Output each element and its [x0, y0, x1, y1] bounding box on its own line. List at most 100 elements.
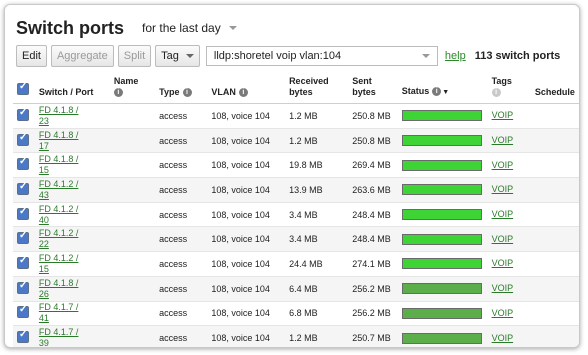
chevron-down-icon[interactable] [421, 54, 430, 58]
tag-dropdown-button[interactable]: Tag [155, 45, 200, 67]
column-header-status[interactable]: Status i ▼ [397, 73, 488, 104]
tag-link[interactable]: VOIP [492, 258, 514, 268]
status-bar[interactable] [401, 283, 482, 295]
switch-ports-table: Switch / Port Namei Typei VLANi Received… [13, 73, 579, 347]
column-header-name[interactable]: Name i [109, 73, 156, 104]
port-link[interactable]: FD 4.1.8 / 26 [39, 278, 85, 300]
edit-button[interactable]: Edit [16, 45, 47, 67]
status-bar[interactable] [401, 233, 482, 245]
row-checkbox[interactable] [17, 329, 29, 344]
table-row[interactable]: FD 4.1.7 / 41 access 108, voice 104 6.8 MB 2… [13, 301, 579, 327]
name-cell [109, 226, 156, 253]
search-input[interactable]: lldp:shoretel voip vlan:104 [205, 46, 438, 66]
table-row[interactable]: FD 4.1.8 / 26 access 108, voice 104 6.4 MB 2… [13, 276, 579, 302]
info-icon[interactable]: i [491, 88, 501, 98]
column-header-vlan[interactable]: VLAN i [207, 73, 286, 104]
status-cell [397, 276, 488, 302]
tag-link[interactable]: VOIP [492, 160, 514, 170]
tag-link[interactable]: VOIP [492, 283, 514, 293]
port-link[interactable]: FD 4.1.2 / 43 [39, 179, 85, 201]
row-checkbox[interactable] [17, 107, 29, 121]
tag-button-label: Tag [161, 50, 179, 62]
table-row[interactable]: FD 4.1.8 / 17 access 108, voice 104 1.2 MB 2… [13, 128, 579, 154]
tag-link[interactable]: VOIP [492, 110, 514, 120]
port-cell: FD 4.1.2 / 22 [34, 226, 110, 253]
table-row[interactable]: FD 4.1.2 / 40 access 108, voice 104 3.4 MB 2… [13, 202, 579, 228]
column-header-schedule[interactable]: Schedule [530, 73, 579, 104]
port-link[interactable]: FD 4.1.8 / 17 [39, 130, 85, 152]
port-link[interactable]: FD 4.1.7 / 39 [39, 327, 85, 347]
tags-cell: VOIP [487, 276, 531, 302]
status-bar[interactable] [401, 332, 482, 344]
port-cell: FD 4.1.7 / 41 [34, 301, 110, 327]
tag-link[interactable]: VOIP [492, 135, 514, 145]
received-value: 1.2 MB [289, 333, 318, 344]
status-cell [397, 128, 488, 154]
table-row[interactable]: FD 4.1.8 / 15 access 108, voice 104 19.8 MB… [13, 152, 579, 179]
status-cell [397, 152, 488, 179]
status-bar[interactable] [401, 159, 482, 171]
column-header-received[interactable]: Received bytes [285, 73, 349, 104]
aggregate-button[interactable]: Aggregate [50, 45, 114, 67]
vlan-cell: 108, voice 104 [207, 177, 286, 203]
type-value: access [159, 258, 188, 269]
status-bar[interactable] [401, 209, 482, 221]
vlan-value: 108, voice 104 [211, 234, 270, 245]
column-header-tags[interactable]: Tags i [487, 73, 531, 104]
table-row[interactable]: FD 4.1.2 / 15 access 108, voice 104 24.4 MB… [13, 251, 579, 277]
info-icon[interactable]: i [432, 87, 442, 97]
received-value: 6.8 MB [289, 308, 318, 319]
table-row[interactable]: FD 4.1.7 / 39 access 108, voice 104 1.2 MB 2… [13, 325, 579, 347]
column-header-sent[interactable]: Sent bytes [348, 73, 398, 104]
split-button[interactable]: Split [117, 45, 152, 67]
row-checkbox[interactable] [17, 132, 29, 146]
row-checkbox[interactable] [17, 255, 29, 269]
port-link[interactable]: FD 4.1.8 / 15 [39, 154, 85, 176]
table-row[interactable]: FD 4.1.2 / 43 access 108, voice 104 13.9 MB… [13, 177, 579, 203]
row-checkbox[interactable] [17, 206, 29, 220]
info-icon[interactable]: i [182, 88, 192, 98]
search-value: lldp:shoretel voip vlan:104 [213, 50, 342, 62]
tag-link[interactable]: VOIP [492, 308, 514, 318]
sent-value: 269.4 MB [352, 160, 391, 171]
port-link[interactable]: FD 4.1.2 / 22 [39, 228, 85, 250]
table-row[interactable]: FD 4.1.2 / 22 access 108, voice 104 3.4 MB 2… [13, 226, 579, 253]
status-bar[interactable] [401, 258, 482, 270]
select-all-checkbox[interactable] [17, 81, 29, 95]
row-select-cell [13, 152, 35, 179]
tag-link[interactable]: VOIP [492, 184, 514, 194]
row-checkbox[interactable] [17, 304, 29, 319]
type-cell: access [155, 226, 208, 253]
status-bar[interactable] [401, 184, 482, 196]
status-bar[interactable] [401, 110, 482, 122]
help-link[interactable]: help [445, 50, 466, 62]
status-cell [397, 251, 488, 277]
sent-value: 248.4 MB [352, 234, 391, 245]
vlan-value: 108, voice 104 [211, 283, 270, 294]
status-bar[interactable] [401, 135, 482, 147]
port-link[interactable]: FD 4.1.2 / 15 [39, 253, 85, 275]
tags-cell: VOIP [487, 128, 531, 154]
type-cell: access [155, 103, 208, 129]
type-cell: access [155, 301, 208, 327]
row-checkbox[interactable] [17, 181, 29, 195]
port-link[interactable]: FD 4.1.2 / 40 [39, 204, 85, 226]
status-cell [397, 325, 488, 347]
status-bar[interactable] [401, 307, 482, 319]
info-icon[interactable]: i [113, 88, 123, 98]
tag-link[interactable]: VOIP [492, 333, 514, 343]
row-checkbox[interactable] [17, 156, 29, 171]
tag-link[interactable]: VOIP [492, 209, 514, 219]
row-checkbox[interactable] [17, 230, 29, 245]
column-header-type[interactable]: Type i [155, 73, 208, 104]
port-link[interactable]: FD 4.1.8 / 23 [39, 105, 85, 127]
received-value: 24.4 MB [289, 258, 323, 269]
info-icon[interactable]: i [238, 88, 248, 98]
column-header-port[interactable]: Switch / Port [34, 73, 110, 104]
timespan-dropdown[interactable]: for the last day [142, 21, 237, 35]
port-link[interactable]: FD 4.1.7 / 41 [39, 302, 85, 324]
port-cell: FD 4.1.8 / 23 [34, 103, 110, 129]
tag-link[interactable]: VOIP [492, 234, 514, 244]
row-checkbox[interactable] [17, 280, 29, 294]
table-row[interactable]: FD 4.1.8 / 23 access 108, voice 104 1.2 MB 2… [13, 103, 579, 129]
